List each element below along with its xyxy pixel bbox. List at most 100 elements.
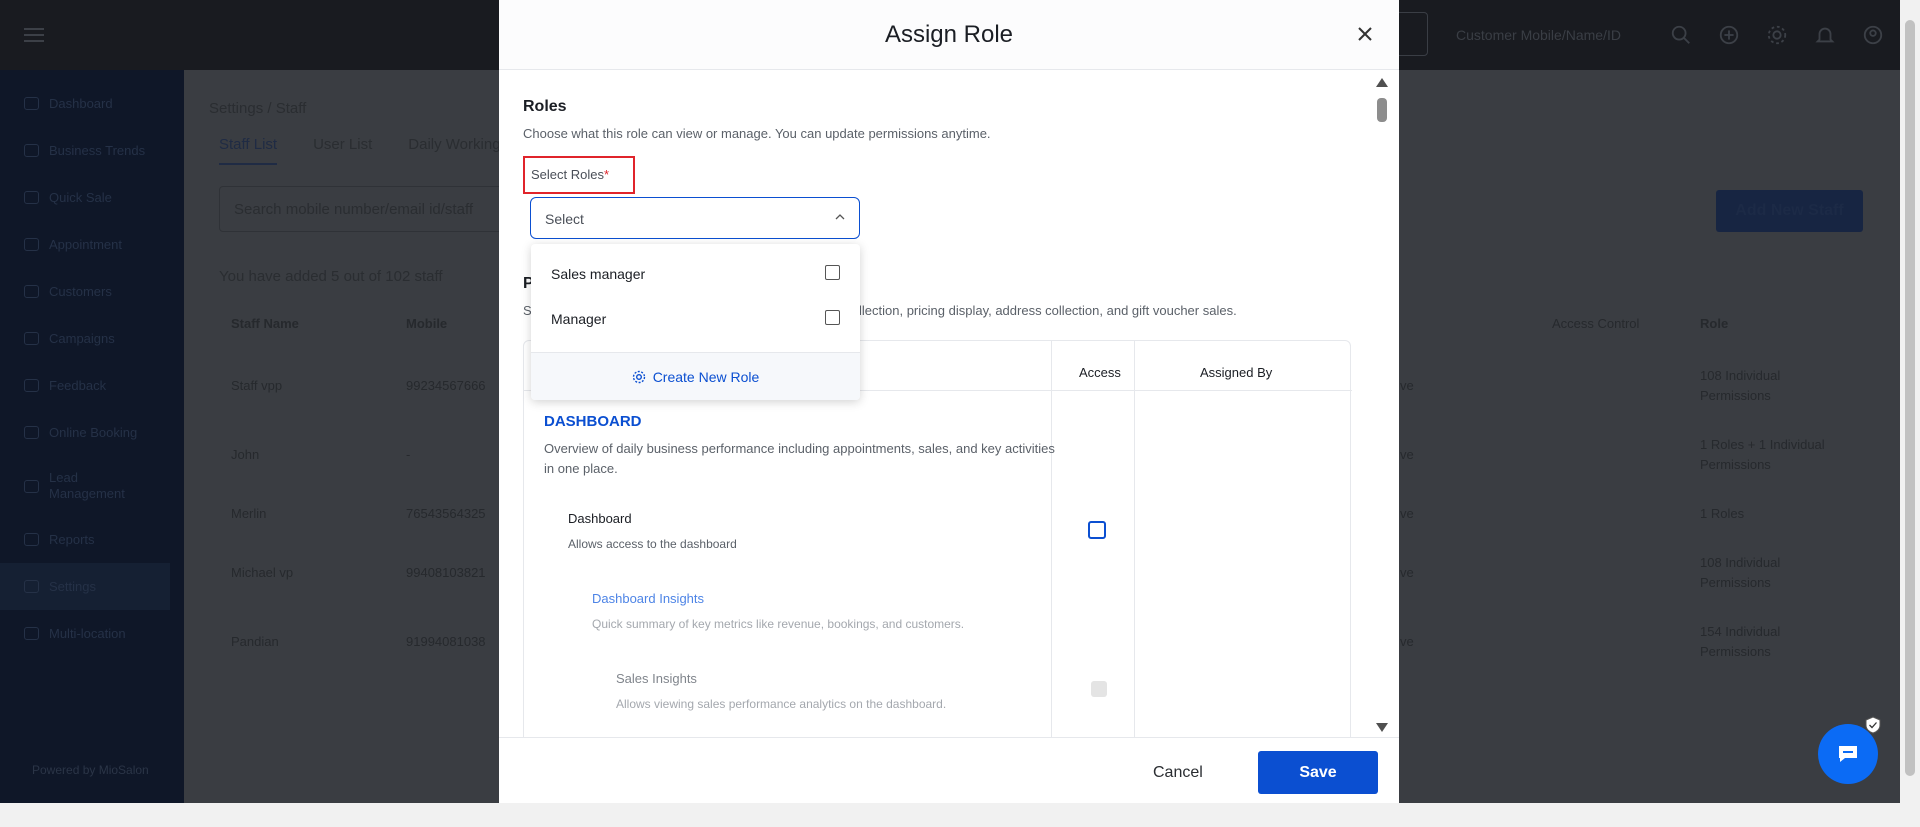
- sidebar: Dashboard Business Trends Quick Sale App…: [0, 70, 184, 803]
- staff-role: 108 Individual Permissions: [1700, 368, 1781, 403]
- roles-description: Choose what this role can view or manage…: [523, 126, 991, 141]
- permission-dashboard-insights-title: Dashboard Insights: [592, 591, 705, 606]
- dashboard-section-description: Overview of daily business performance i…: [544, 441, 1055, 476]
- menu-icon[interactable]: [24, 28, 44, 42]
- sales-insights-access-checkbox: [1091, 681, 1107, 697]
- roles-select-placeholder: Select: [545, 211, 584, 227]
- select-roles-label-text: Select Roles: [531, 167, 604, 182]
- sidebar-item-quick-sale[interactable]: Quick Sale: [0, 174, 184, 221]
- role-option-manager[interactable]: Manager: [531, 297, 860, 341]
- staff-tabs: Staff List User List Daily Working: [219, 136, 501, 165]
- permission-sales-insights-title: Sales Insights: [616, 671, 697, 686]
- staff-status: ve: [1400, 378, 1414, 393]
- modal-scrollbar[interactable]: [1375, 78, 1389, 732]
- staff-count-text: You have added 5 out of 102 staff: [219, 268, 443, 285]
- sidebar-item-multi-location[interactable]: Multi-location: [0, 610, 184, 657]
- dashboard-icon: [24, 97, 39, 110]
- save-button[interactable]: Save: [1258, 751, 1378, 794]
- staff-name: Merlin: [231, 506, 267, 521]
- roles-dropdown-menu: Sales manager Manager Create New Role: [531, 244, 860, 400]
- close-icon[interactable]: [1355, 24, 1375, 44]
- role-option-sales-manager[interactable]: Sales manager: [531, 252, 860, 296]
- chevron-up-icon: [835, 214, 845, 220]
- required-marker: *: [603, 167, 610, 182]
- bell-icon[interactable]: [1812, 22, 1838, 48]
- dashboard-section-heading: DASHBOARD: [544, 413, 642, 430]
- role-option-label: Sales manager: [551, 266, 646, 282]
- megaphone-icon: [24, 332, 39, 345]
- permissions-description: llection, pricing display, address colle…: [859, 303, 1237, 318]
- permission-sales-insights-description: Allows viewing sales performance analyti…: [616, 697, 947, 711]
- add-icon[interactable]: [1716, 22, 1742, 48]
- column-role[interactable]: Role: [1700, 316, 1728, 331]
- scroll-down-arrow-icon[interactable]: [1376, 723, 1388, 732]
- tab-user-list[interactable]: User List: [313, 136, 372, 165]
- role-option-label: Manager: [551, 311, 607, 327]
- staff-mobile: -: [406, 447, 411, 462]
- roles-heading: Roles: [523, 98, 567, 115]
- sidebar-item-settings[interactable]: Settings: [0, 563, 170, 610]
- modal-header: Assign Role: [499, 0, 1399, 70]
- sidebar-item-feedback[interactable]: Feedback: [0, 362, 184, 409]
- access-column-header: Access: [1079, 365, 1121, 380]
- chat-bubble-icon: [1839, 746, 1857, 762]
- reports-icon: [24, 533, 39, 546]
- modal-title: Assign Role: [884, 21, 1014, 48]
- user-icon[interactable]: [1860, 22, 1886, 48]
- create-new-role-label: Create New Role: [652, 368, 760, 385]
- star-icon: [24, 379, 39, 392]
- permission-dashboard-description: Allows access to the dashboard: [568, 537, 737, 551]
- staff-name: John: [231, 447, 260, 462]
- calendar-icon: [24, 426, 39, 439]
- customer-search-input[interactable]: Customer Mobile/Name/ID: [1456, 27, 1621, 43]
- modal-scroll-thumb[interactable]: [1377, 98, 1387, 122]
- scroll-up-arrow-icon[interactable]: [1376, 78, 1388, 87]
- modal-footer: Cancel Save: [499, 737, 1399, 803]
- column-mobile[interactable]: Mobile: [406, 316, 447, 331]
- permission-dashboard-title: Dashboard: [568, 511, 632, 526]
- roles-select[interactable]: Select: [530, 197, 860, 239]
- staff-role: 1 Roles + 1 Individual Permissions: [1700, 437, 1825, 472]
- column-access-control: Access Control: [1552, 316, 1640, 331]
- staff-status: ve: [1400, 506, 1414, 521]
- breadcrumb: Settings / Staff: [209, 100, 307, 117]
- assign-role-modal: Assign Role Roles Choose what this role …: [499, 0, 1399, 803]
- sidebar-item-business-trends[interactable]: Business Trends: [0, 127, 184, 174]
- tab-staff-list[interactable]: Staff List: [219, 136, 278, 165]
- staff-mobile: 99234567666: [406, 378, 486, 393]
- add-new-staff-button[interactable]: Add New Staff: [1716, 190, 1863, 232]
- settings-gear-icon[interactable]: [1764, 22, 1790, 48]
- sidebar-item-campaigns[interactable]: Campaigns: [0, 315, 184, 362]
- page-horizontal-scrollbar[interactable]: [0, 803, 1920, 827]
- powered-by: Powered by MioSalon: [32, 763, 149, 777]
- gear-icon: [632, 370, 645, 383]
- staff-name: Pandian: [231, 634, 279, 649]
- staff-role: 1 Roles: [1700, 506, 1745, 521]
- bar-chart-icon: [24, 144, 39, 157]
- sidebar-item-customers[interactable]: Customers: [0, 268, 184, 315]
- role-option-checkbox[interactable]: [825, 310, 840, 325]
- page-scroll-thumb[interactable]: [1905, 20, 1915, 776]
- sidebar-item-online-booking[interactable]: Online Booking: [0, 409, 184, 456]
- sidebar-item-appointment[interactable]: Appointment: [0, 221, 184, 268]
- cancel-button[interactable]: Cancel: [1153, 764, 1203, 782]
- quick-sale-icon: [24, 191, 39, 204]
- column-staff-name[interactable]: Staff Name: [231, 316, 299, 331]
- staff-name: Michael vp: [231, 565, 294, 580]
- page-vertical-scrollbar[interactable]: [1900, 0, 1920, 803]
- sidebar-item-reports[interactable]: Reports: [0, 516, 184, 563]
- staff-mobile: 76543564325: [406, 506, 486, 521]
- staff-search-input[interactable]: Search mobile number/email id/staff: [219, 186, 519, 232]
- customers-icon: [24, 285, 39, 298]
- sidebar-item-dashboard[interactable]: Dashboard: [0, 80, 184, 127]
- role-option-checkbox[interactable]: [825, 265, 840, 280]
- tab-daily-working[interactable]: Daily Working: [408, 136, 500, 165]
- create-new-role-button[interactable]: Create New Role: [531, 353, 860, 400]
- lead-icon: [24, 479, 39, 493]
- sidebar-item-lead-management[interactable]: Lead Management: [0, 456, 184, 516]
- modal-body: Roles Choose what this role can view or …: [499, 70, 1399, 737]
- staff-mobile: 91994081038: [406, 634, 486, 649]
- dashboard-access-checkbox[interactable]: [1088, 521, 1106, 539]
- staff-mobile: 99408103821: [406, 565, 486, 580]
- search-icon[interactable]: [1668, 22, 1694, 48]
